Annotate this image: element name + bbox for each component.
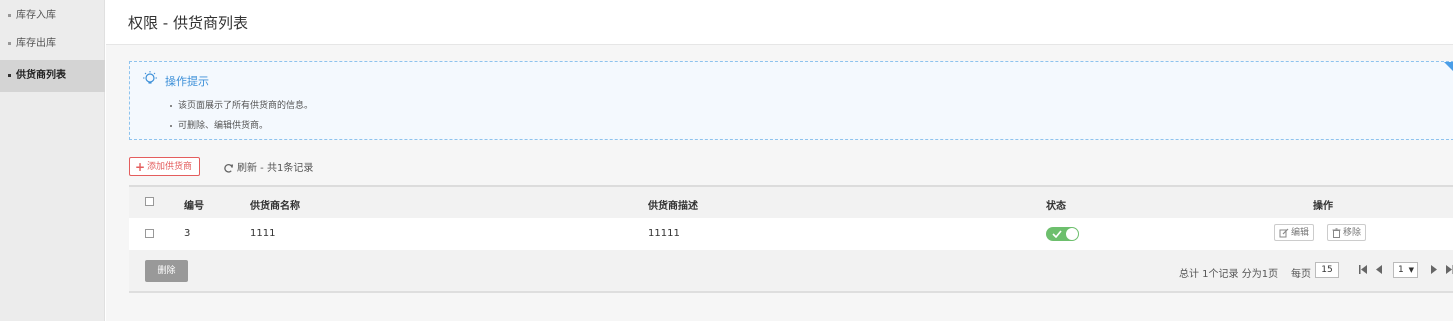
tips-line: 可删除、编辑供货商。 — [170, 118, 268, 131]
page-select[interactable]: 1 ▼ — [1393, 262, 1418, 278]
chevron-down-icon: ▼ — [1408, 266, 1414, 274]
tips-line: 该页面展示了所有供货商的信息。 — [170, 98, 313, 111]
sidebar: 库存入库 库存出库 供货商列表 — [0, 0, 105, 321]
lightbulb-icon — [143, 71, 157, 84]
sidebar-item-label: 库存出库 — [16, 38, 56, 49]
column-header-actions: 操作 — [1313, 201, 1333, 212]
edit-button[interactable]: 编辑 — [1274, 224, 1315, 241]
main-content: 权限 - 供货商列表 操作提示 该页面展示了所有供货商的信息。 可删除、编辑供货… — [106, 0, 1453, 321]
pagination-summary: 总计 1个记录 分为1页 — [1179, 269, 1279, 280]
sidebar-item-stock-out[interactable]: 库存出库 — [0, 28, 105, 60]
status-toggle[interactable] — [1046, 227, 1079, 241]
per-page-input[interactable]: 15 — [1315, 262, 1339, 278]
remove-label: 移除 — [1343, 228, 1362, 238]
remove-button[interactable]: 移除 — [1327, 224, 1367, 241]
refresh-icon — [224, 163, 234, 173]
check-icon — [1052, 230, 1062, 238]
refresh-label: 刷新 - 共1条记录 — [237, 163, 314, 174]
column-header-status: 状态 — [1046, 201, 1066, 212]
last-page-icon[interactable] — [1445, 264, 1453, 275]
table-row: 3 1111 11111 编辑 移除 — [129, 218, 1453, 250]
sidebar-item-supplier-list[interactable]: 供货商列表 — [0, 60, 105, 92]
add-supplier-label: 添加供货商 — [147, 162, 193, 172]
sidebar-item-label: 供货商列表 — [16, 70, 66, 81]
column-header-name: 供货商名称 — [250, 201, 300, 212]
edit-icon — [1279, 228, 1289, 237]
bullet-icon — [8, 41, 11, 45]
bullet-icon — [170, 104, 172, 107]
edit-label: 编辑 — [1291, 228, 1310, 238]
trash-icon — [1332, 227, 1341, 238]
first-page-icon[interactable] — [1358, 264, 1368, 275]
page-header: 权限 - 供货商列表 — [106, 0, 1453, 45]
tips-line-text: 可删除、编辑供货商。 — [178, 121, 269, 131]
per-page-label: 每页 — [1291, 269, 1311, 280]
supplier-table: 编号 供货商名称 供货商描述 状态 操作 3 1111 11111 编辑 移除 … — [129, 185, 1453, 293]
column-header-desc: 供货商描述 — [648, 201, 698, 212]
sidebar-item-label: 库存入库 — [16, 10, 56, 21]
page-title: 权限 - 供货商列表 — [128, 14, 248, 32]
cell-id: 3 — [184, 228, 191, 239]
tips-line-text: 该页面展示了所有供货商的信息。 — [178, 101, 314, 111]
bullet-icon — [170, 124, 172, 127]
bullet-icon — [8, 13, 11, 17]
corner-flag-icon — [1444, 62, 1453, 76]
cell-name: 1111 — [250, 228, 276, 239]
select-all-checkbox[interactable] — [145, 197, 154, 206]
refresh-button[interactable]: 刷新 - 共1条记录 — [223, 159, 313, 174]
tips-panel: 操作提示 该页面展示了所有供货商的信息。 可删除、编辑供货商。 — [129, 61, 1453, 140]
add-supplier-button[interactable]: + 添加供货商 — [129, 157, 200, 176]
column-header-id: 编号 — [184, 201, 204, 212]
toggle-knob — [1066, 228, 1078, 240]
plus-icon: + — [135, 160, 146, 174]
table-header: 编号 供货商名称 供货商描述 状态 操作 — [129, 185, 1453, 218]
next-page-icon[interactable] — [1429, 264, 1439, 275]
delete-button[interactable]: 删除 — [145, 260, 188, 282]
cell-desc: 11111 — [648, 228, 680, 239]
current-page: 1 — [1398, 265, 1404, 275]
tips-title: 操作提示 — [165, 75, 209, 88]
prev-page-icon[interactable] — [1374, 264, 1384, 275]
row-checkbox[interactable] — [145, 229, 154, 238]
bullet-icon — [8, 73, 11, 77]
